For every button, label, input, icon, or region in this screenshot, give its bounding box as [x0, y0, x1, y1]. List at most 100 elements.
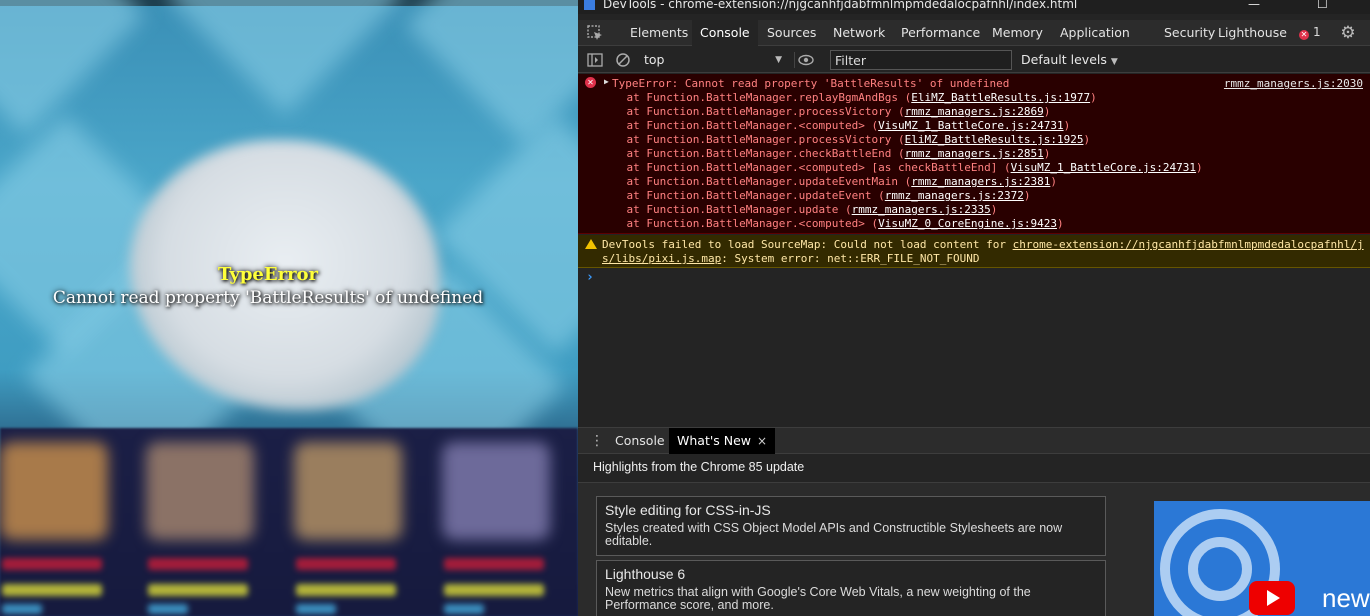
game-error-title: TypeError: [217, 264, 319, 285]
error-count: 1: [1313, 25, 1321, 39]
stack-frame: at Function.BattleManager.<computed> [as…: [600, 161, 1203, 175]
stack-frame: at Function.BattleManager.<computed> (Vi…: [600, 119, 1070, 133]
stack-frame-text: ): [1063, 119, 1071, 132]
party-face: [0, 442, 108, 540]
chevron-down-icon: ▼: [1110, 57, 1118, 67]
minimize-icon[interactable]: —: [1248, 0, 1260, 11]
stack-frame-link[interactable]: EliMZ_BattleResults.js:1977: [911, 91, 1090, 104]
stack-frame-text: at Function.BattleManager.update (: [600, 203, 852, 216]
game-canvas: TypeError Cannot read property 'BattleRe…: [0, 0, 578, 616]
window-titlebar: DevTools - chrome-extension://njgcanhfjd…: [578, 0, 1370, 14]
error-icon: ✕: [585, 77, 596, 88]
party-member-slot: [136, 436, 264, 614]
warning-icon: [585, 239, 597, 249]
clear-console-icon[interactable]: [614, 51, 632, 69]
stack-frame-link[interactable]: EliMZ_BattleResults.js:1925: [905, 133, 1084, 146]
drawer-tab-console[interactable]: Console: [607, 428, 673, 454]
stack-frame-text: at Function.BattleManager.<computed> (: [600, 217, 879, 230]
tab-elements[interactable]: Elements: [622, 20, 696, 45]
console-warning-message: DevTools failed to load SourceMap: Could…: [578, 235, 1370, 268]
bg-diamond: [0, 0, 146, 136]
more-vertical-icon[interactable]: ⋮: [590, 433, 604, 449]
stack-frame-link[interactable]: rmmz_managers.js:2335: [852, 203, 991, 216]
window-title: DevTools - chrome-extension://njgcanhfjd…: [603, 0, 1078, 11]
sidebar-toggle-icon[interactable]: [586, 51, 604, 69]
stack-frame-text: ): [990, 203, 998, 216]
stack-frame-text: ): [1056, 217, 1064, 230]
tab-network[interactable]: Network: [825, 20, 893, 45]
console-toolbar: top▼ Default levels▼: [578, 47, 1370, 73]
feature-description: New metrics that align with Google's Cor…: [605, 585, 1031, 612]
stack-frame-text: ): [1050, 175, 1057, 188]
stack-frame: at Function.BattleManager.replayBgmAndBg…: [600, 91, 1097, 105]
inspect-element-icon[interactable]: [586, 24, 604, 42]
tp-gauge: [296, 604, 336, 614]
tab-application[interactable]: Application: [1052, 20, 1138, 45]
play-icon[interactable]: [1249, 581, 1295, 615]
mp-gauge: [296, 584, 396, 596]
video-thumbnail[interactable]: new: [1154, 501, 1370, 616]
stack-frame-text: at Function.BattleManager.updateEvent (: [600, 189, 885, 202]
feature-card[interactable]: Lighthouse 6 New metrics that align with…: [596, 560, 1106, 616]
tab-lighthouse[interactable]: Lighthouse: [1210, 20, 1295, 45]
stack-frame: at Function.BattleManager.updateEventMai…: [600, 175, 1057, 189]
context-selector[interactable]: top ▼: [644, 51, 784, 69]
devtools-window: DevTools - chrome-extension://njgcanhfjd…: [578, 0, 1370, 616]
eye-icon[interactable]: [797, 51, 815, 69]
hp-gauge: [296, 558, 396, 570]
stack-frame-text: at Function.BattleManager.processVictory…: [600, 133, 905, 146]
devtools-main-tabbar: Elements Console Sources Network Perform…: [578, 20, 1370, 46]
game-error-message: Cannot read property 'BattleResults' of …: [52, 288, 484, 308]
tab-sources[interactable]: Sources: [759, 20, 824, 45]
error-source-link[interactable]: rmmz_managers.js:2030: [1224, 77, 1363, 91]
warning-text: : System error: net::ERR_FILE_NOT_FOUND: [721, 252, 980, 265]
stack-frame-link[interactable]: rmmz_managers.js:2869: [905, 105, 1044, 118]
stack-frame-link[interactable]: VisuMZ_0_CoreEngine.js:9423: [878, 217, 1057, 230]
tab-performance[interactable]: Performance: [893, 20, 988, 45]
stack-frame-text: at Function.BattleManager.checkBattleEnd…: [600, 147, 905, 160]
stack-frame: at Function.BattleManager.updateEvent (r…: [600, 189, 1030, 203]
hp-gauge: [444, 558, 544, 570]
party-status-bar: [0, 428, 578, 616]
log-levels-dropdown[interactable]: Default levels ▼: [1021, 50, 1118, 70]
drawer-tab-label: What's New: [677, 433, 752, 448]
stack-frame-text: at Function.BattleManager.<computed> (: [600, 119, 879, 132]
filter-input[interactable]: [830, 50, 1012, 70]
stack-frame-link[interactable]: rmmz_managers.js:2851: [905, 147, 1044, 160]
whats-new-heading: Highlights from the Chrome 85 update: [593, 460, 805, 474]
expand-triangle-icon[interactable]: ▶: [604, 77, 609, 86]
console-prompt[interactable]: ›: [586, 270, 594, 285]
close-icon[interactable]: ×: [757, 434, 767, 448]
stack-frame-link[interactable]: VisuMZ_1_BattleCore.js:24731: [1011, 161, 1196, 174]
hp-gauge: [2, 558, 102, 570]
maximize-icon[interactable]: ☐: [1317, 0, 1328, 11]
gear-icon[interactable]: ⚙: [1338, 23, 1358, 43]
tp-gauge: [148, 604, 188, 614]
stack-frame-text: at Function.BattleManager.updateEventMai…: [600, 175, 912, 188]
feature-card[interactable]: Style editing for CSS-in-JS Styles creat…: [596, 496, 1106, 556]
drawer-tab-whats-new[interactable]: What's New ×: [669, 428, 776, 454]
stack-frame-link[interactable]: rmmz_managers.js:2372: [885, 189, 1024, 202]
stack-frame-link[interactable]: rmmz_managers.js:2381: [911, 175, 1050, 188]
error-count-badge[interactable]: ✕ 1: [1299, 20, 1321, 45]
stack-frame-text: ): [1083, 133, 1091, 146]
whats-new-list: Style editing for CSS-in-JS Styles creat…: [578, 482, 1370, 616]
sourcemap-link[interactable]: chrome-extension://njgcanhfjdabfmnlmpmde…: [1013, 238, 1364, 251]
stack-frame-text: ): [1023, 189, 1031, 202]
stack-frame-text: ): [1090, 91, 1097, 104]
context-value: top: [644, 52, 665, 67]
sourcemap-link[interactable]: s/libs/pixi.js.map: [602, 252, 721, 265]
stack-frame-text: at Function.BattleManager.<computed> [as…: [600, 161, 1011, 174]
stack-frame-link[interactable]: VisuMZ_1_BattleCore.js:24731: [878, 119, 1063, 132]
stack-frame-text: at Function.BattleManager.replayBgmAndBg…: [600, 91, 912, 104]
chevron-down-icon: ▼: [775, 55, 782, 65]
warning-text: DevTools failed to load SourceMap: Could…: [602, 238, 1013, 251]
log-levels-label: Default levels: [1021, 52, 1107, 67]
drawer-tabbar: ⋮ Console What's New ×: [578, 427, 1370, 454]
party-face: [442, 442, 550, 540]
console-error-message[interactable]: ✕ ▶ TypeError: Cannot read property 'Bat…: [578, 74, 1370, 234]
party-face: [146, 442, 254, 540]
tab-console[interactable]: Console: [692, 20, 758, 46]
stack-frame-text: ): [1196, 161, 1203, 174]
tab-memory[interactable]: Memory: [984, 20, 1051, 45]
